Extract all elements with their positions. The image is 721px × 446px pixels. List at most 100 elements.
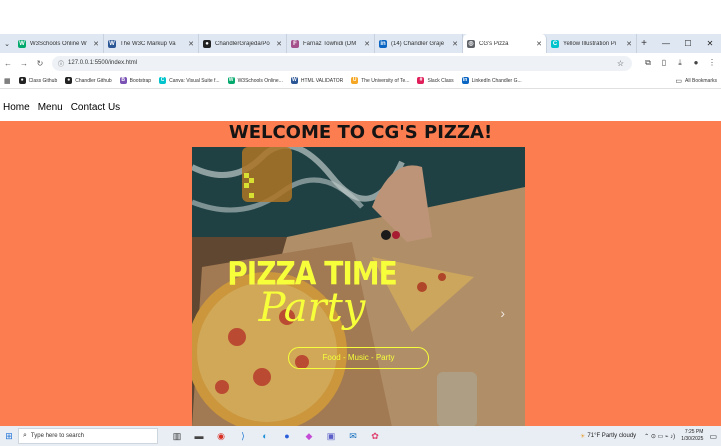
- browser-tab[interactable]: in (14) Chandler Graje ✕: [375, 34, 463, 53]
- weather-icon: ☀: [580, 433, 586, 440]
- folder-icon: ▭: [675, 78, 683, 85]
- toolbar-icons: ⧉ ▯ ⤓ ● ⋮: [640, 58, 720, 68]
- clock-time: 7:25 PM: [684, 429, 704, 435]
- windows-taskbar: ⊞ ⌕ Type here to search ▥ ▬ ◉ ⟩ ◐ ● ◆ ▣ …: [0, 426, 721, 446]
- browser-toolbar: ← → ↻ ⓘ 127.0.0.1:5500/index.html ☆ ⧉ ▯ …: [0, 53, 721, 73]
- minimize-icon[interactable]: —: [655, 39, 677, 48]
- bookmark-list: ● Class Github ● Chandler Github B Bootstrap C…: [11, 77, 522, 84]
- nav-menu[interactable]: Menu: [38, 102, 63, 113]
- notification-icon[interactable]: ▭: [709, 432, 717, 441]
- extensions-icon[interactable]: ⧉: [640, 58, 656, 68]
- w3schools-icon: W: [227, 77, 235, 84]
- bookmark-item[interactable]: in LinkedIn Chandler G...: [461, 77, 522, 84]
- linkedin-icon: in: [379, 39, 387, 48]
- tab-title: ChandlerGrajeda/Po: [215, 40, 270, 47]
- search-icon: ⌕: [23, 432, 27, 439]
- browser-tab[interactable]: W The W3C Markup Va ✕: [104, 34, 199, 53]
- bookmark-label: Class Github: [28, 77, 58, 84]
- browser-tab[interactable]: ◎ CG's Pizza ✕: [463, 34, 547, 53]
- clock-date: 1/30/2025: [681, 436, 704, 442]
- outlook-icon[interactable]: ✉: [342, 431, 364, 442]
- tab-close-icon[interactable]: ✕: [626, 40, 632, 48]
- tab-close-icon[interactable]: ✕: [364, 40, 370, 48]
- nav-home[interactable]: Home: [3, 102, 30, 113]
- sidepanel-icon[interactable]: ▯: [656, 58, 672, 68]
- all-bookmarks[interactable]: ▭ All Bookmarks: [675, 73, 717, 89]
- bookmark-item[interactable]: C Canva: Visual Suite f...: [159, 77, 220, 84]
- bookmarks-bar: ▦ ● Class Github ● Chandler Github B Bootstra…: [0, 73, 721, 89]
- tray-icons[interactable]: ⌃ ⊙ ▭ ⌁ ♪): [644, 433, 675, 440]
- apps-grid-icon[interactable]: ▦: [4, 77, 11, 85]
- browser-tab[interactable]: F Farnaz Towhidi (DM ✕: [287, 34, 375, 53]
- hero-script-title: Party: [258, 285, 366, 331]
- teams-icon[interactable]: ▣: [320, 431, 342, 442]
- bookmark-label: Chandler Github: [75, 77, 112, 84]
- tab-close-icon[interactable]: ✕: [536, 40, 542, 48]
- photos-icon[interactable]: ✿: [364, 431, 386, 442]
- chrome-icon[interactable]: ◉: [210, 431, 232, 442]
- tab-close-icon[interactable]: ✕: [276, 40, 282, 48]
- w3schools-icon: W: [18, 39, 26, 48]
- browser-tab[interactable]: W W3Schools Online W ✕: [14, 34, 104, 53]
- bookmark-label: The University of Te...: [361, 77, 410, 84]
- weather-text[interactable]: 71°F Partly cloudy: [587, 433, 636, 439]
- vscode-icon[interactable]: ⟩: [232, 431, 254, 442]
- browser-tab[interactable]: ● ChandlerGrajeda/Po ✕: [199, 34, 287, 53]
- bookmark-item[interactable]: # Slack Class: [417, 77, 454, 84]
- tab-title: Farnaz Towhidi (DM: [303, 40, 357, 47]
- nav-contact[interactable]: Contact Us: [71, 102, 120, 113]
- bookmark-label: LinkedIn Chandler G...: [471, 77, 522, 84]
- bookmark-label: Bootstrap: [129, 77, 152, 84]
- download-icon[interactable]: ⤓: [672, 58, 688, 68]
- carousel-next-icon[interactable]: ›: [500, 305, 505, 321]
- github-icon: ●: [65, 77, 73, 84]
- back-icon[interactable]: ←: [0, 59, 16, 68]
- profile-avatar-icon[interactable]: ●: [688, 58, 704, 68]
- copilot-icon[interactable]: ◆: [298, 431, 320, 442]
- bookmark-label: Canva: Visual Suite f...: [169, 77, 220, 84]
- file-explorer-icon[interactable]: ▬: [188, 431, 210, 442]
- task-view-icon[interactable]: ▥: [166, 431, 188, 442]
- address-bar[interactable]: ⓘ 127.0.0.1:5500/index.html ☆: [52, 55, 632, 71]
- reload-icon[interactable]: ↻: [32, 59, 48, 68]
- browser-tab[interactable]: C Yellow Illustration Pi ✕: [547, 34, 637, 53]
- linkedin-icon: in: [461, 77, 469, 84]
- bookmark-item[interactable]: B Bootstrap: [119, 77, 152, 84]
- all-bookmarks-label: All Bookmarks: [685, 78, 717, 84]
- bookmark-item[interactable]: ● Chandler Github: [65, 77, 112, 84]
- university-icon: U: [351, 77, 359, 84]
- window-controls: — ☐ ✕: [655, 34, 721, 53]
- tab-title: Yellow Illustration Pi: [563, 40, 617, 47]
- bookmark-star-icon[interactable]: ☆: [617, 59, 624, 68]
- site-info-icon[interactable]: ⓘ: [58, 59, 64, 68]
- maximize-icon[interactable]: ☐: [677, 39, 699, 48]
- tab-title: The W3C Markup Va: [120, 40, 176, 47]
- bookmark-item[interactable]: U The University of Te...: [351, 77, 409, 84]
- edge-icon[interactable]: ◐: [254, 431, 276, 442]
- system-tray: ☀ 71°F Partly cloudy ⌃ ⊙ ▭ ⌁ ♪) 7:25 PM …: [580, 426, 717, 446]
- slack-icon: #: [417, 77, 425, 84]
- tab-close-icon[interactable]: ✕: [188, 40, 194, 48]
- bookmark-item[interactable]: W HTML VALIDATOR: [290, 77, 343, 84]
- tab-list: W W3Schools Online W ✕ W The W3C Markup Va ✕ ●…: [14, 34, 637, 53]
- bookmark-item[interactable]: ● Class Github: [18, 77, 58, 84]
- close-window-icon[interactable]: ✕: [699, 39, 721, 48]
- tab-close-icon[interactable]: ✕: [93, 40, 99, 48]
- w3c-icon: W: [108, 39, 116, 48]
- new-tab-button[interactable]: +: [637, 38, 651, 49]
- hero-carousel[interactable]: PIZZA TIME Party Food - Music - Party ›: [192, 147, 525, 427]
- tab-close-icon[interactable]: ✕: [452, 40, 458, 48]
- windows-start-icon[interactable]: ⊞: [0, 431, 18, 442]
- bootstrap-icon: B: [119, 77, 127, 84]
- clock[interactable]: 7:25 PM 1/30/2025: [681, 429, 703, 443]
- canva-icon: C: [159, 77, 167, 84]
- forward-icon[interactable]: →: [16, 59, 32, 68]
- canva-icon: C: [551, 39, 559, 48]
- w3c-icon: W: [290, 77, 298, 84]
- taskbar-search[interactable]: ⌕ Type here to search: [18, 428, 158, 444]
- tab-search-icon[interactable]: ⌄: [0, 40, 14, 48]
- bookmark-item[interactable]: W W3Schools Online...: [227, 77, 283, 84]
- app-icon[interactable]: ●: [276, 431, 298, 442]
- menu-kebab-icon[interactable]: ⋮: [704, 58, 720, 68]
- hero-tagline: Food - Music - Party: [288, 347, 429, 369]
